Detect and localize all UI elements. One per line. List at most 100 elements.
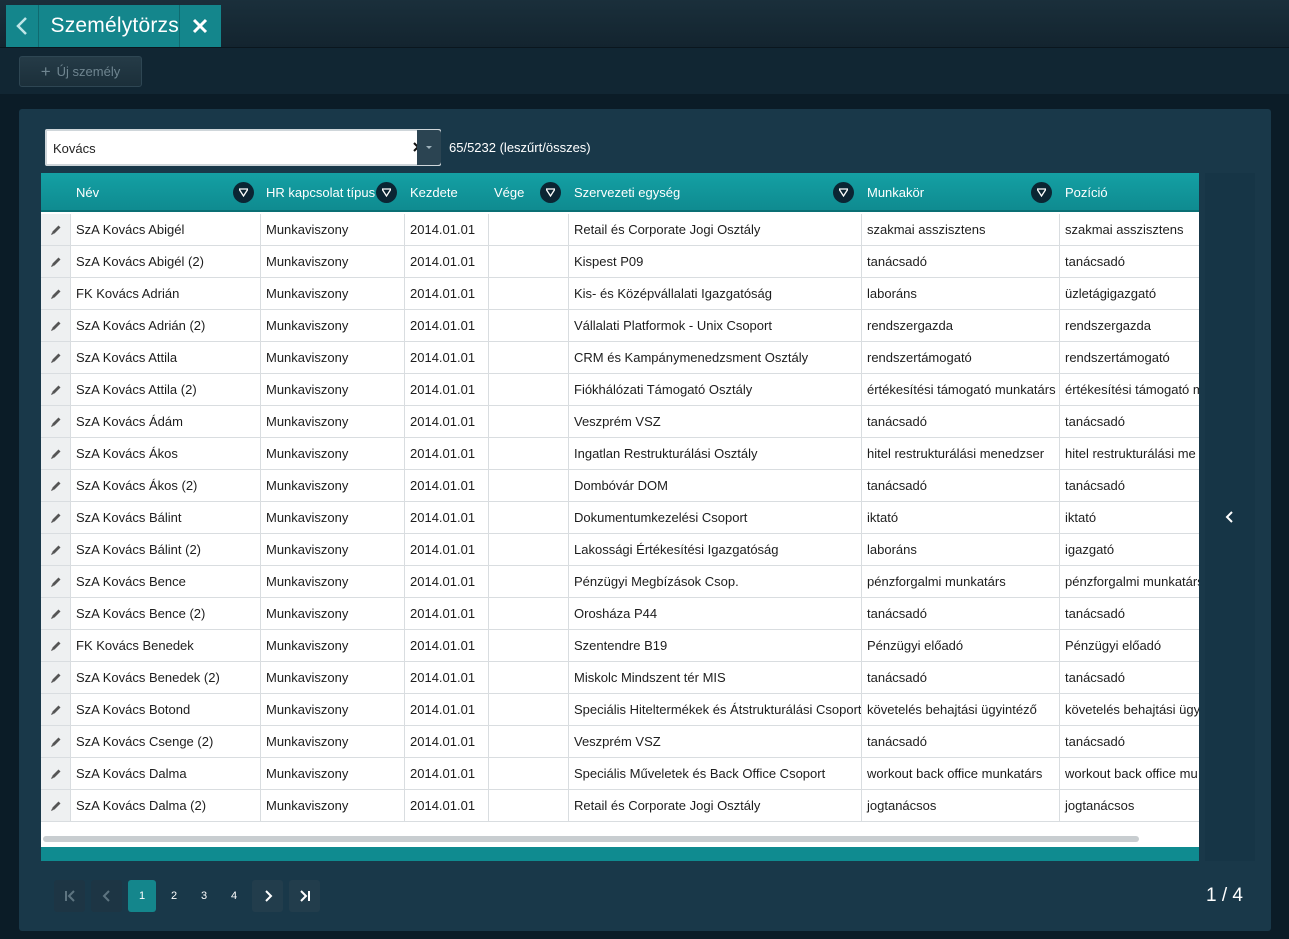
edit-button[interactable] — [41, 374, 71, 405]
cell-name: SzA Kovács Adrián (2) — [71, 310, 261, 341]
cell-org: Vállalati Platformok - Unix Csoport — [569, 310, 862, 341]
cell-end — [489, 406, 569, 437]
table-row[interactable]: SzA Kovács Adrián (2) Munkaviszony 2014.01… — [41, 310, 1199, 342]
table-row[interactable]: FK Kovács Adrián Munkaviszony 2014.01.01 Ki… — [41, 278, 1199, 310]
pencil-icon — [50, 545, 60, 555]
cell-job: tanácsadó — [862, 598, 1060, 629]
edit-button[interactable] — [41, 534, 71, 565]
cell-start: 2014.01.01 — [405, 630, 489, 661]
page-button-4[interactable]: 4 — [222, 880, 246, 912]
edit-button[interactable] — [41, 438, 71, 469]
page-button-1[interactable]: 1 — [128, 880, 156, 912]
new-person-label: Új személy — [56, 64, 121, 79]
pencil-icon — [50, 481, 60, 491]
page-button-2[interactable]: 2 — [162, 880, 186, 912]
pencil-icon — [50, 289, 60, 299]
edit-button[interactable] — [41, 502, 71, 533]
table-row[interactable]: SzA Kovács Bence (2) Munkaviszony 2014.01.… — [41, 598, 1199, 630]
cell-job: tanácsadó — [862, 470, 1060, 501]
back-button[interactable] — [6, 5, 39, 47]
cell-position: tanácsadó — [1065, 670, 1125, 685]
filter-icon[interactable] — [1031, 182, 1052, 203]
previous-page-button[interactable] — [91, 880, 122, 912]
last-page-button[interactable] — [289, 880, 320, 912]
edit-button[interactable] — [41, 726, 71, 757]
edit-button[interactable] — [41, 662, 71, 693]
cell-org: Dombóvár DOM — [569, 470, 862, 501]
table-row[interactable]: SzA Kovács Bálint (2) Munkaviszony 2014.01… — [41, 534, 1199, 566]
table-row[interactable]: SzA Kovács Dalma (2) Munkaviszony 2014.01.… — [41, 790, 1199, 822]
edit-button[interactable] — [41, 310, 71, 341]
cell-job: tanácsadó — [862, 246, 1060, 277]
edit-button[interactable] — [41, 630, 71, 661]
column-header-org-unit[interactable]: Szervezeti egység — [569, 173, 862, 212]
table-row[interactable]: SzA Kovács Benedek (2) Munkaviszony 2014.0… — [41, 662, 1199, 694]
table-row[interactable]: SzA Kovács Botond Munkaviszony 2014.01.01 S… — [41, 694, 1199, 726]
chevron-right-icon — [264, 890, 272, 902]
table-row[interactable]: SzA Kovács Ákos (2) Munkaviszony 2014.01.0… — [41, 470, 1199, 502]
cell-name: SzA Kovács Dalma — [71, 758, 261, 789]
column-label: HR kapcsolat típus — [266, 185, 376, 200]
table-row[interactable]: SzA Kovács Ákos Munkaviszony 2014.01.01 Ing… — [41, 438, 1199, 470]
cell-job: tanácsadó — [862, 662, 1060, 693]
cell-position: tanácsadó — [1065, 734, 1125, 749]
page-button-3[interactable]: 3 — [192, 880, 216, 912]
filter-icon[interactable] — [833, 182, 854, 203]
close-tab-button[interactable] — [178, 5, 221, 47]
tab-szemelytorzs[interactable]: Személytörzs — [6, 5, 221, 47]
toolbar: + Új személy — [0, 48, 1289, 94]
edit-button[interactable] — [41, 598, 71, 629]
cell-hr: Munkaviszony — [261, 374, 405, 405]
filter-icon[interactable] — [233, 182, 254, 203]
table-row[interactable]: SzA Kovács Dalma Munkaviszony 2014.01.01 Sp… — [41, 758, 1199, 790]
cell-org: Dokumentumkezelési Csoport — [569, 502, 862, 533]
cell-org: Orosháza P44 — [569, 598, 862, 629]
cell-hr: Munkaviszony — [261, 566, 405, 597]
first-page-button[interactable] — [54, 880, 85, 912]
next-page-button[interactable] — [252, 880, 283, 912]
edit-button[interactable] — [41, 214, 71, 245]
cell-hr: Munkaviszony — [261, 630, 405, 661]
edit-button[interactable] — [41, 566, 71, 597]
table-row[interactable]: FK Kovács Benedek Munkaviszony 2014.01.01 S… — [41, 630, 1199, 662]
cell-name: FK Kovács Adrián — [71, 278, 261, 309]
edit-button[interactable] — [41, 278, 71, 309]
table-row[interactable]: SzA Kovács Abigél Munkaviszony 2014.01.01 R… — [41, 214, 1199, 246]
edit-button[interactable] — [41, 342, 71, 373]
cell-start: 2014.01.01 — [405, 598, 489, 629]
new-person-button[interactable]: + Új személy — [19, 56, 142, 87]
table-row[interactable]: SzA Kovács Attila Munkaviszony 2014.01.01 C… — [41, 342, 1199, 374]
edit-button[interactable] — [41, 406, 71, 437]
table-row[interactable]: SzA Kovács Csenge (2) Munkaviszony 2014.01… — [41, 726, 1199, 758]
cell-org: Retail és Corporate Jogi Osztály — [569, 214, 862, 245]
side-panel-toggle[interactable] — [1205, 173, 1255, 861]
cell-name: SzA Kovács Ákos (2) — [71, 470, 261, 501]
cell-position: tanácsadó — [1065, 478, 1125, 493]
edit-button[interactable] — [41, 758, 71, 789]
cell-hr: Munkaviszony — [261, 662, 405, 693]
search-input[interactable] — [53, 137, 383, 159]
edit-button[interactable] — [41, 694, 71, 725]
filter-icon[interactable] — [376, 182, 397, 203]
edit-button[interactable] — [41, 246, 71, 277]
filter-icon[interactable] — [540, 182, 561, 203]
horizontal-scrollbar[interactable] — [41, 833, 1199, 843]
cell-position: iktató — [1065, 510, 1097, 525]
edit-button[interactable] — [41, 790, 71, 821]
person-grid: Név HR kapcsolat típus Kezdete Vége Szer… — [41, 173, 1199, 861]
column-header-position[interactable]: Pozíció — [1060, 173, 1199, 212]
cell-start: 2014.01.01 — [405, 566, 489, 597]
pencil-icon — [50, 801, 60, 811]
column-header-start[interactable]: Kezdete — [405, 173, 489, 212]
table-row[interactable]: SzA Kovács Bálint Munkaviszony 2014.01.01 D… — [41, 502, 1199, 534]
edit-button[interactable] — [41, 470, 71, 501]
cell-job: iktató — [862, 502, 1060, 533]
search-dropdown-button[interactable] — [417, 130, 441, 165]
table-row[interactable]: SzA Kovács Attila (2) Munkaviszony 2014.01… — [41, 374, 1199, 406]
caret-down-icon — [426, 146, 432, 149]
table-row[interactable]: SzA Kovács Ádám Munkaviszony 2014.01.01 Ves… — [41, 406, 1199, 438]
table-row[interactable]: SzA Kovács Bence Munkaviszony 2014.01.01 Pé… — [41, 566, 1199, 598]
main-panel: 65/5232 (leszűrt/összes) Név HR kapcsola… — [19, 109, 1271, 931]
scrollbar-thumb[interactable] — [43, 836, 1139, 842]
table-row[interactable]: SzA Kovács Abigél (2) Munkaviszony 2014.01… — [41, 246, 1199, 278]
